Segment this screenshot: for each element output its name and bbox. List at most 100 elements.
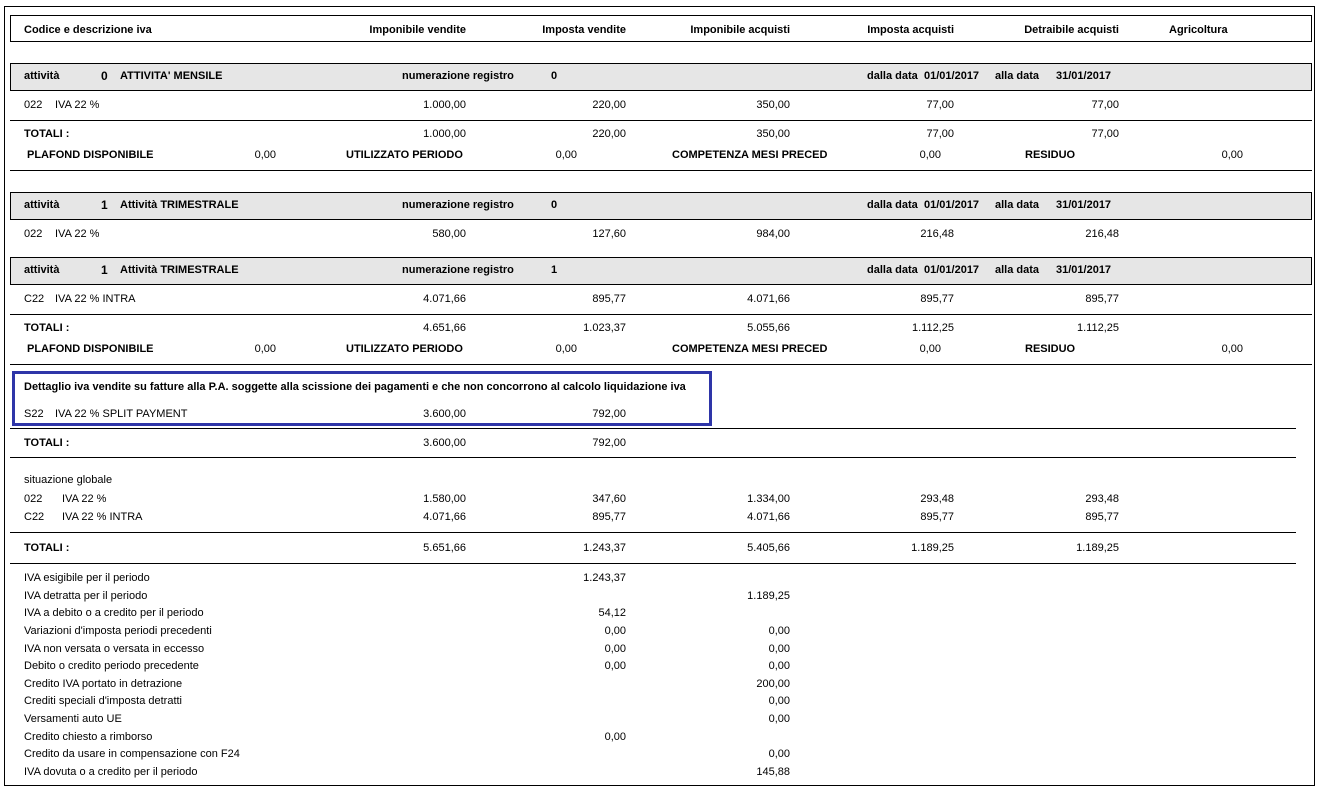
competenza-label: COMPETENZA MESI PRECED (672, 343, 828, 355)
summary-label: Crediti speciali d'imposta detratti (24, 695, 183, 707)
activity-label: attività (24, 264, 60, 276)
summary-label: Versamenti auto UE (24, 713, 122, 725)
totali-label: TOTALI : (24, 437, 70, 449)
divider (10, 314, 1312, 315)
row-imp-vendite: 580,00 (432, 228, 466, 240)
row-imp-vendite: 1.580,00 (423, 493, 466, 505)
tot-imp-vendite: 4.651,66 (423, 322, 466, 334)
row-imposta-vendite: 895,77 (592, 511, 626, 523)
dalla-data-label: dalla data (867, 70, 918, 82)
row-detraibile: 216,48 (1085, 228, 1119, 240)
activity-label: attività (24, 70, 60, 82)
competenza-label: COMPETENZA MESI PRECED (672, 149, 828, 161)
summary-label: IVA a debito o a credito per il periodo (24, 607, 204, 619)
tot-imposta-acquisti: 1.189,25 (911, 542, 954, 554)
row-imp-acquisti: 984,00 (756, 228, 790, 240)
tot-imposta-vendite: 1.243,37 (583, 542, 626, 554)
row-detraibile: 293,48 (1085, 493, 1119, 505)
header-imponibile-vendite: Imponibile vendite (369, 24, 466, 36)
summary-value-2: 145,88 (756, 766, 790, 778)
globale-title: situazione globale (24, 474, 113, 486)
summary-value-2: 0,00 (768, 713, 790, 725)
alla-data-label: alla data (995, 264, 1040, 276)
summary-label: IVA detratta per il periodo (24, 590, 148, 602)
row-imp-acquisti: 4.071,66 (747, 511, 790, 523)
competenza-value: 0,00 (919, 343, 941, 355)
row-imposta-acquisti: 77,00 (926, 99, 954, 111)
row-imposta-vendite: 347,60 (592, 493, 626, 505)
tot-imposta-vendite: 220,00 (592, 128, 626, 140)
summary-value-1: 0,00 (604, 731, 626, 743)
summary-value-1: 1.243,37 (583, 572, 626, 584)
row-imposta-vendite: 127,60 (592, 228, 626, 240)
summary-value-2: 0,00 (768, 660, 790, 672)
summary-label: IVA non versata o versata in eccesso (24, 643, 205, 655)
registro-value: 1 (551, 264, 558, 276)
plafond-label: PLAFOND DISPONIBILE (27, 343, 154, 355)
alla-data-value: 31/01/2017 (1056, 199, 1112, 211)
tot-imp-vendite: 3.600,00 (423, 437, 466, 449)
dalla-data-label: dalla data (867, 264, 918, 276)
plafond-value: 0,00 (254, 149, 276, 161)
header-imposta-acquisti: Imposta acquisti (867, 24, 954, 36)
summary-value-2: 0,00 (768, 625, 790, 637)
competenza-value: 0,00 (919, 149, 941, 161)
row-detraibile: 895,77 (1085, 293, 1119, 305)
row-desc: IVA 22 % INTRA (62, 511, 143, 523)
row-desc: IVA 22 % (55, 228, 100, 240)
summary-value-1: 0,00 (604, 643, 626, 655)
numerazione-label: numerazione registro (402, 199, 514, 211)
row-imposta-acquisti: 895,77 (920, 511, 954, 523)
row-code: 022 (24, 228, 43, 240)
residuo-label: RESIDUO (1025, 343, 1076, 355)
utilizzato-label: UTILIZZATO PERIODO (346, 343, 463, 355)
divider (10, 120, 1312, 121)
residuo-label: RESIDUO (1025, 149, 1076, 161)
row-imposta-vendite: 895,77 (592, 293, 626, 305)
summary-value-2: 1.189,25 (747, 590, 790, 602)
activity-name: Attività TRIMESTRALE (120, 264, 239, 276)
residuo-value: 0,00 (1221, 343, 1243, 355)
header-detraibile-acquisti: Detraibile acquisti (1024, 24, 1119, 36)
divider (10, 428, 1296, 429)
row-code: 022 (24, 493, 43, 505)
header-imponibile-acquisti: Imponibile acquisti (690, 24, 790, 36)
row-imposta-vendite: 220,00 (592, 99, 626, 111)
summary-label: Credito IVA portato in detrazione (24, 678, 183, 690)
row-imposta-acquisti: 895,77 (920, 293, 954, 305)
tot-imp-acquisti: 5.055,66 (747, 322, 790, 334)
tot-detraibile: 1.189,25 (1076, 542, 1119, 554)
utilizzato-value: 0,00 (555, 343, 577, 355)
row-detraibile: 77,00 (1091, 99, 1119, 111)
numerazione-label: numerazione registro (402, 70, 514, 82)
tot-imposta-vendite: 792,00 (592, 437, 626, 449)
summary-label: Credito da usare in compensazione con F2… (24, 748, 240, 760)
summary-label: Credito chiesto a rimborso (24, 731, 153, 743)
plafond-label: PLAFOND DISPONIBILE (27, 149, 154, 161)
summary-value-2: 0,00 (768, 695, 790, 707)
activity-number: 0 (101, 69, 108, 83)
divider (10, 532, 1296, 533)
tot-detraibile: 77,00 (1091, 128, 1119, 140)
divider (10, 364, 1312, 365)
row-imp-acquisti: 4.071,66 (747, 293, 790, 305)
row-desc: IVA 22 % INTRA (55, 293, 136, 305)
row-imposta-acquisti: 216,48 (920, 228, 954, 240)
totali-label: TOTALI : (24, 322, 70, 334)
summary-value-1: 0,00 (604, 660, 626, 672)
activity-number: 1 (101, 263, 108, 277)
utilizzato-label: UTILIZZATO PERIODO (346, 149, 463, 161)
row-code: S22 (24, 408, 44, 420)
divider (10, 170, 1312, 171)
totali-label: TOTALI : (24, 128, 70, 140)
summary-label: IVA dovuta o a credito per il periodo (24, 766, 198, 778)
plafond-value: 0,00 (254, 343, 276, 355)
row-detraibile: 895,77 (1085, 511, 1119, 523)
summary-label: Debito o credito periodo precedente (24, 660, 199, 672)
summary-value-1: 0,00 (604, 625, 626, 637)
summary-label: IVA esigibile per il periodo (24, 572, 150, 584)
tot-imposta-vendite: 1.023,37 (583, 322, 626, 334)
summary-label: Variazioni d'imposta periodi precedenti (24, 625, 212, 637)
totali-label: TOTALI : (24, 542, 70, 554)
activity-name: Attività TRIMESTRALE (120, 199, 239, 211)
